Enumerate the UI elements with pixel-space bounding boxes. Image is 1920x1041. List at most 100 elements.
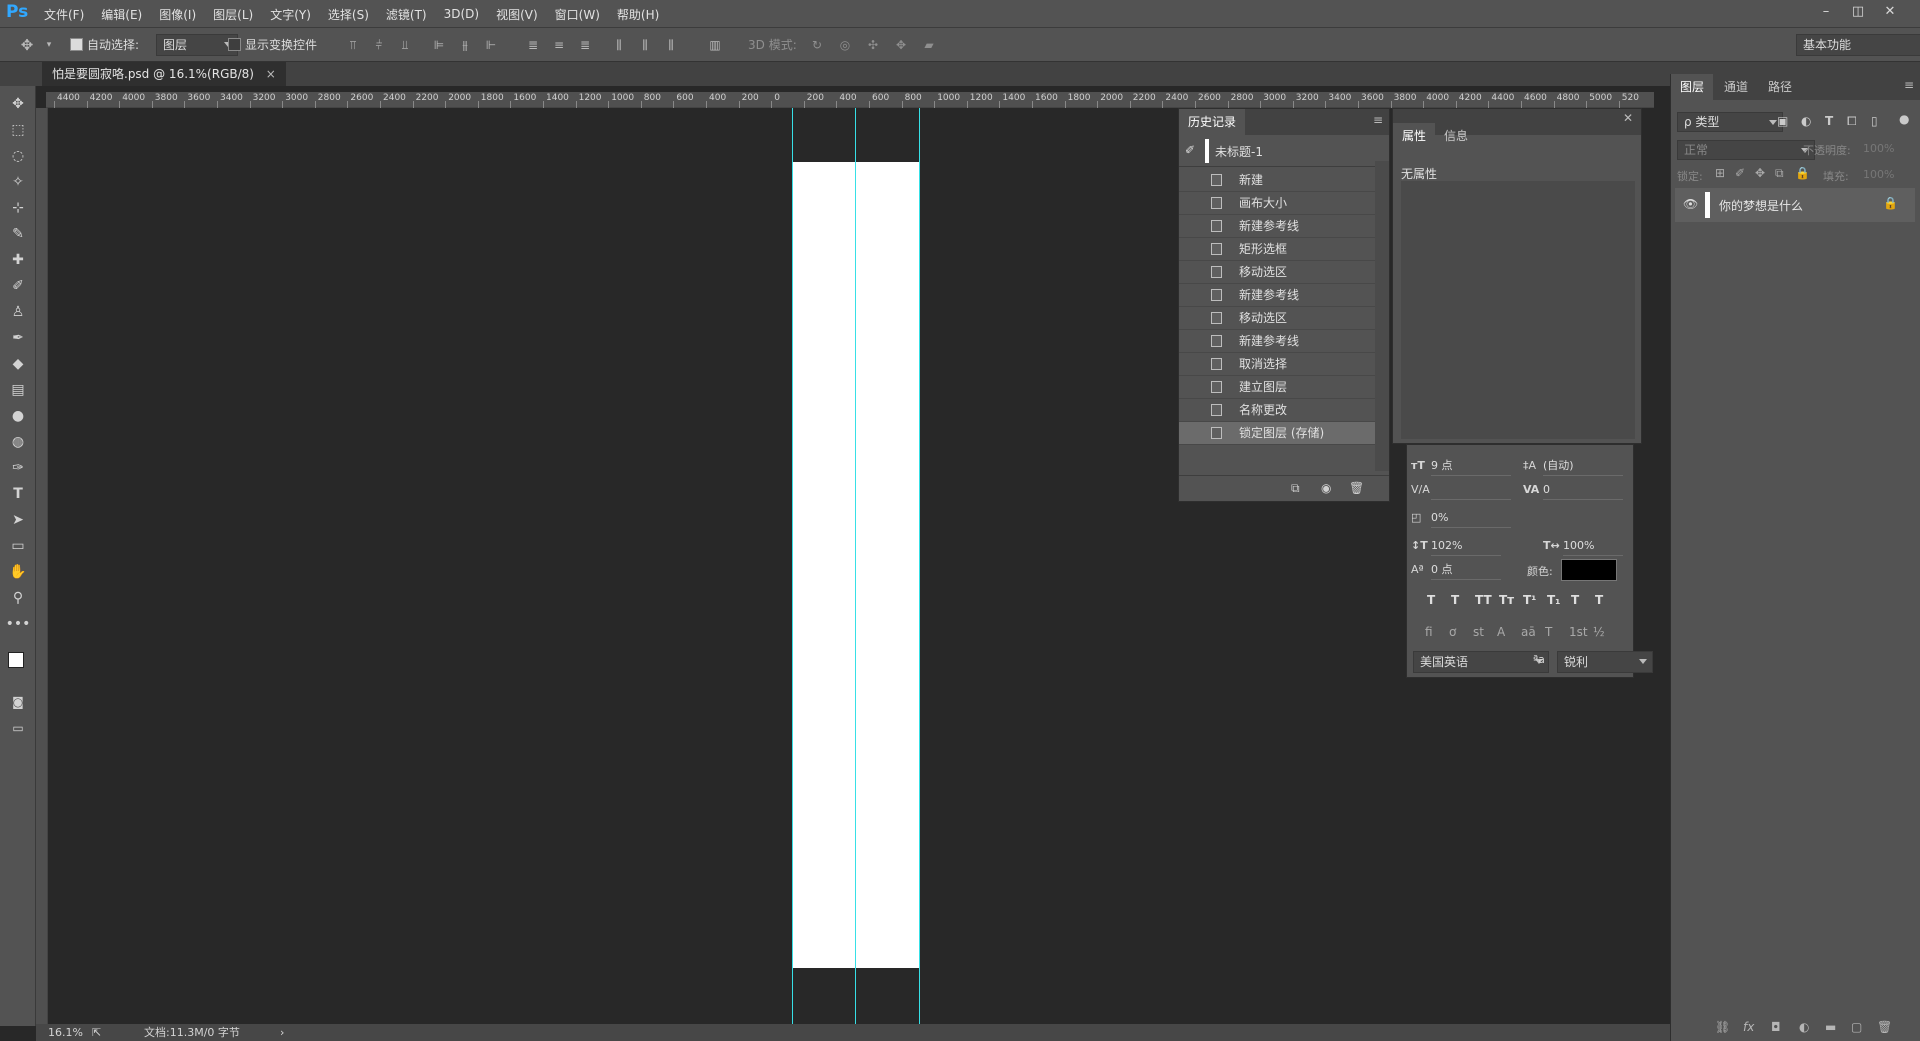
guide-line[interactable] xyxy=(855,108,856,1024)
close-tab-icon[interactable]: × xyxy=(266,67,276,81)
text-format-button[interactable]: T¹ xyxy=(1523,593,1536,607)
scale-3d-icon[interactable]: ▰ xyxy=(922,38,936,52)
document-page[interactable] xyxy=(792,162,920,968)
baseline-shift-field[interactable]: 0 点 xyxy=(1431,561,1501,580)
tab-info[interactable]: 信息 xyxy=(1435,123,1477,149)
guide-line[interactable] xyxy=(919,108,920,1024)
filter-type-icon[interactable]: T xyxy=(1825,114,1833,128)
opentype-feature-button[interactable]: T xyxy=(1545,625,1552,639)
menu-item[interactable]: 选择(S) xyxy=(328,6,369,23)
horizontal-scale-field[interactable]: 100% xyxy=(1563,537,1623,556)
auto-align-icon[interactable]: ▥ xyxy=(708,38,722,52)
text-format-button[interactable]: T₁ xyxy=(1547,593,1560,607)
lasso-tool-icon[interactable]: ◌ xyxy=(0,144,36,168)
rectangle-tool-icon[interactable]: ▭ xyxy=(0,534,36,558)
align-right-icon[interactable]: ⊩ xyxy=(484,38,498,52)
tab-layers[interactable]: 图层 xyxy=(1671,74,1714,100)
lock-artboard-icon[interactable]: ⧉ xyxy=(1775,166,1784,181)
blend-mode-select[interactable]: 正常 xyxy=(1677,140,1815,160)
clone-stamp-tool-icon[interactable]: ♙ xyxy=(0,300,36,324)
menu-item[interactable]: 文件(F) xyxy=(44,6,84,23)
history-item[interactable]: 新建参考线 xyxy=(1179,215,1375,238)
blur-tool-icon[interactable]: ● xyxy=(0,404,36,428)
path-selection-tool-icon[interactable]: ➤ xyxy=(0,508,36,532)
text-format-button[interactable]: T xyxy=(1427,593,1435,607)
filter-smart-object-icon[interactable]: ▯ xyxy=(1871,114,1878,128)
align-bottom-icon[interactable]: ⫫ xyxy=(398,38,412,52)
document-tab[interactable]: 怕是要圆寂咯.psd @ 16.1%(RGB/8) × xyxy=(42,62,286,86)
auto-select-target-select[interactable]: 图层 xyxy=(156,34,238,56)
new-adjustment-layer-icon[interactable]: ◐ xyxy=(1799,1020,1809,1034)
new-group-icon[interactable]: ▬ xyxy=(1825,1020,1836,1034)
zoom-level[interactable]: 16.1% xyxy=(48,1024,83,1041)
close-window-button[interactable]: ✕ xyxy=(1876,2,1904,22)
photoshop-logo[interactable]: Ps xyxy=(6,2,28,22)
layer-filter-select[interactable]: ρ 类型 xyxy=(1677,112,1783,132)
history-brush-tool-icon[interactable]: ✒ xyxy=(0,326,36,350)
text-format-button[interactable]: T xyxy=(1571,593,1579,607)
opentype-feature-button[interactable]: 1st xyxy=(1569,625,1588,639)
layer-row[interactable]: 👁 你的梦想是什么 🔒 xyxy=(1675,188,1915,222)
collapse-panel-icon[interactable]: ✕ xyxy=(1623,111,1633,125)
more-tools-icon[interactable]: ••• xyxy=(0,612,36,636)
eyedropper-tool-icon[interactable]: ✎ xyxy=(0,222,36,246)
move-tool-icon[interactable]: ✥ xyxy=(0,92,36,116)
opentype-feature-button[interactable]: st xyxy=(1473,625,1484,639)
healing-brush-tool-icon[interactable]: ✚ xyxy=(0,248,36,272)
auto-select-checkbox[interactable]: 自动选择: xyxy=(70,36,139,53)
distribute-top-icon[interactable]: ≣ xyxy=(526,38,540,52)
new-snapshot-icon[interactable]: ◉ xyxy=(1321,481,1331,495)
menu-item[interactable]: 编辑(E) xyxy=(101,6,142,23)
menu-item[interactable]: 帮助(H) xyxy=(617,6,659,23)
filter-toggle-icon[interactable]: ● xyxy=(1899,112,1909,126)
crop-tool-icon[interactable]: ⊹ xyxy=(0,196,36,220)
dodge-tool-icon[interactable]: ◍ xyxy=(0,430,36,454)
history-item[interactable]: 新建 xyxy=(1179,169,1375,192)
hand-tool-icon[interactable]: ✋ xyxy=(0,560,36,584)
menu-item[interactable]: 视图(V) xyxy=(496,6,538,23)
history-brush-source-icon[interactable]: ✐ xyxy=(1185,143,1195,157)
restore-button[interactable]: ◫ xyxy=(1844,2,1872,22)
panel-menu-icon[interactable]: ≡ xyxy=(1904,78,1914,92)
opentype-feature-button[interactable]: ½ xyxy=(1593,625,1605,639)
kerning-field[interactable] xyxy=(1431,481,1511,500)
history-item[interactable]: 移动选区 xyxy=(1179,261,1375,284)
text-format-button[interactable]: T xyxy=(1595,593,1603,607)
workspace-select[interactable]: 基本功能 xyxy=(1796,34,1920,56)
text-color-swatch[interactable] xyxy=(1561,559,1617,581)
history-item[interactable]: 建立图层 xyxy=(1179,376,1375,399)
align-left-icon[interactable]: ⊫ xyxy=(432,38,446,52)
tsume-field[interactable]: 0% xyxy=(1431,509,1511,528)
minimize-button[interactable]: – xyxy=(1812,2,1840,22)
gradient-tool-icon[interactable]: ▤ xyxy=(0,378,36,402)
layer-name[interactable]: 你的梦想是什么 xyxy=(1719,197,1803,214)
panel-menu-icon[interactable]: ≡ xyxy=(1373,113,1383,127)
history-item[interactable]: 取消选择 xyxy=(1179,353,1375,376)
magic-wand-tool-icon[interactable]: ✧ xyxy=(0,170,36,194)
opentype-feature-button[interactable]: fi xyxy=(1425,625,1433,639)
filter-shape-icon[interactable]: ⧠ xyxy=(1847,114,1857,129)
menu-item[interactable]: 图像(I) xyxy=(159,6,196,23)
opentype-feature-button[interactable]: A xyxy=(1497,625,1505,639)
history-snapshot[interactable]: ✐ 未标题-1 xyxy=(1179,135,1375,167)
layer-style-icon[interactable]: fx xyxy=(1743,1020,1754,1034)
menu-item[interactable]: 窗口(W) xyxy=(555,6,600,23)
menu-item[interactable]: 文字(Y) xyxy=(270,6,311,23)
tab-properties[interactable]: 属性 xyxy=(1393,123,1436,149)
distribute-bottom-icon[interactable]: ≣ xyxy=(578,38,592,52)
new-layer-icon[interactable]: ▢ xyxy=(1851,1020,1862,1034)
align-top-icon[interactable]: ⫪ xyxy=(346,38,360,52)
text-format-button[interactable]: Tт xyxy=(1499,593,1514,607)
menu-item[interactable]: 滤镜(T) xyxy=(386,6,427,23)
guide-line[interactable] xyxy=(792,108,793,1024)
slide-3d-icon[interactable]: ✥ xyxy=(894,38,908,52)
tab-channels[interactable]: 通道 xyxy=(1715,74,1757,100)
quick-mask-icon[interactable]: ◙ xyxy=(0,690,36,714)
filter-pixel-icon[interactable]: ▣ xyxy=(1777,114,1788,128)
history-item[interactable]: 新建参考线 xyxy=(1179,284,1375,307)
menu-item[interactable]: 3D(D) xyxy=(444,7,479,21)
vertical-scale-field[interactable]: 102% xyxy=(1431,537,1501,556)
show-transform-checkbox[interactable]: 显示变换控件 xyxy=(228,36,317,53)
delete-layer-icon[interactable]: 🗑 xyxy=(1877,1020,1892,1034)
move-tool-icon[interactable]: ✥ xyxy=(20,38,34,53)
